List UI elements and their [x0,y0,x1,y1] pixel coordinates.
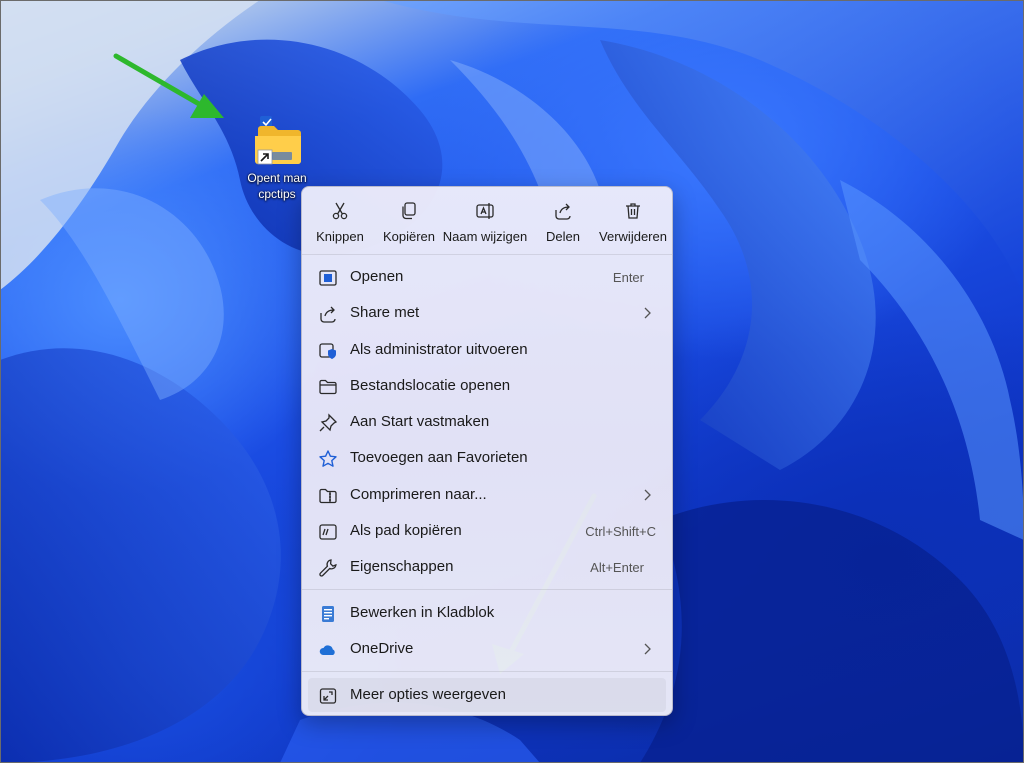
menu-item-copy-as-path[interactable]: Als pad kopiëren Ctrl+Shift+C [308,514,666,548]
shortcut-hint: Enter [612,270,644,285]
delete-label: Verwijderen [599,229,667,244]
rename-label: Naam wijzigen [442,229,528,244]
menu-item-label: Aan Start vastmaken [350,413,490,430]
delete-button[interactable]: Verwijderen [596,193,670,249]
scissors-icon [330,201,350,221]
copy-path-icon [318,522,338,542]
star-icon [318,449,338,469]
cut-label: Knippen [316,229,364,244]
chevron-right-icon [642,487,652,503]
menu-item-onedrive[interactable]: OneDrive [308,632,666,666]
menu-item-open-file-location[interactable]: Bestandslocatie openen [308,369,666,403]
admin-shield-icon [318,341,338,361]
share-button[interactable]: Delen [538,193,588,249]
context-menu: Knippen Kopiëren Naam wijzigen Delen Ver… [301,186,673,716]
menu-item-properties[interactable]: Eigenschappen Alt+Enter [308,550,666,584]
zip-folder-icon [318,486,338,506]
share-icon [318,304,338,324]
shortcut-hint: Alt+Enter [590,560,644,575]
pin-icon [318,413,338,433]
shortcut-label-line1: Opent man [247,171,307,185]
menu-item-label: Bewerken in Kladblok [350,604,495,621]
copy-label: Kopiëren [382,229,436,244]
menu-item-edit-in-notepad[interactable]: Bewerken in Kladblok [308,596,666,630]
cut-button[interactable]: Knippen [310,193,370,249]
notepad-icon [318,604,338,624]
share-icon [553,201,573,221]
copy-icon [399,201,419,221]
folder-shortcut-icon [248,114,306,170]
shortcut-hint: Ctrl+Shift+C [585,524,656,539]
more-options-icon [318,686,338,706]
share-label: Delen [546,229,580,244]
separator [302,671,672,672]
menu-item-label: Share met [350,304,420,321]
menu-item-show-more-options[interactable]: Meer opties weergeven [308,678,666,712]
rename-icon [475,201,495,221]
folder-icon [318,377,338,397]
menu-item-label: Openen [350,268,404,285]
chevron-right-icon [642,305,652,321]
menu-item-label: Toevoegen aan Favorieten [350,449,528,466]
menu-item-label: Eigenschappen [350,558,454,575]
rename-button[interactable]: Naam wijzigen [442,193,528,249]
menu-item-share-met[interactable]: Share met [308,296,666,330]
menu-item-add-to-favorites[interactable]: Toevoegen aan Favorieten [308,441,666,475]
menu-item-label: Bestandslocatie openen [350,377,511,394]
trash-icon [623,201,643,221]
menu-item-compress-to[interactable]: Comprimeren naar... [308,478,666,512]
wrench-icon [318,558,338,578]
separator [302,254,672,255]
menu-item-pin-to-start[interactable]: Aan Start vastmaken [308,405,666,439]
menu-item-label: Meer opties weergeven [350,686,506,703]
separator [302,589,672,590]
menu-item-openen[interactable]: Openen Enter [308,260,666,294]
onedrive-cloud-icon [318,640,338,660]
open-icon [318,268,338,288]
copy-button[interactable]: Kopiëren [378,193,440,249]
context-menu-toolbar: Knippen Kopiëren Naam wijzigen Delen Ver… [302,187,672,253]
menu-item-label: OneDrive [350,640,414,657]
menu-item-label: Als administrator uitvoeren [350,341,528,358]
menu-item-run-as-admin[interactable]: Als administrator uitvoeren [308,333,666,367]
chevron-right-icon [642,641,652,657]
menu-item-label: Als pad kopiëren [350,522,462,539]
menu-item-label: Comprimeren naar... [350,486,487,503]
desktop-background: Opent man cpctips Knippen Kopiëren Naam … [0,0,1024,763]
